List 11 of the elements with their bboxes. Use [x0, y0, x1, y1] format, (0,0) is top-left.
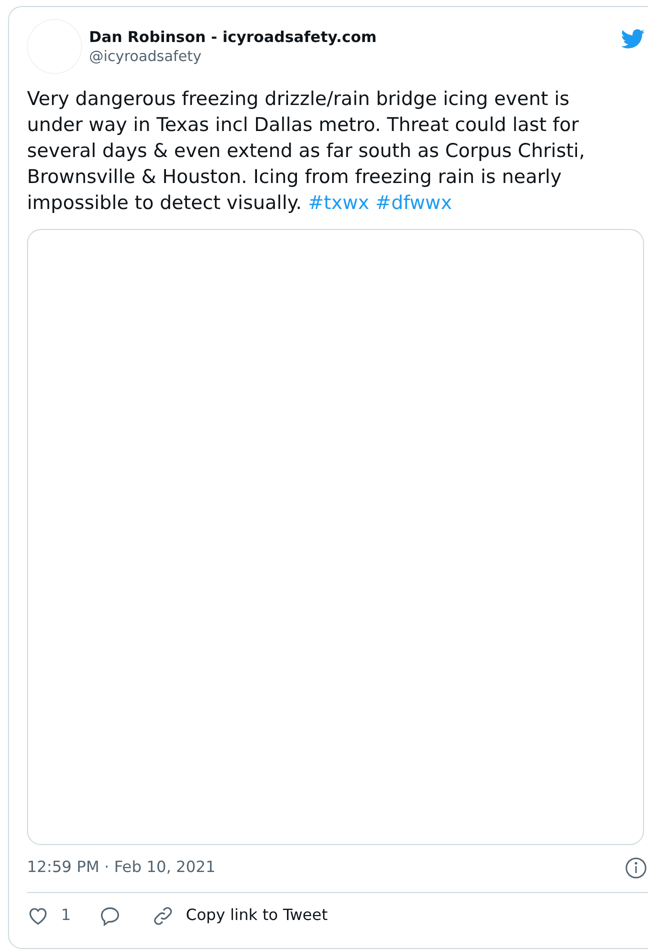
speech-bubble-icon — [98, 904, 121, 926]
link-icon — [152, 904, 174, 926]
reply-button[interactable] — [98, 904, 121, 926]
author-handle[interactable]: @icyroadsafety — [89, 47, 619, 67]
tweet-text: Very dangerous freezing drizzle/rain bridge icing event is under way in Texas incl Dallas metro. Threat could last for several days & even extend as far south as Corpus Christi, Brownsville & Houston. Icing from freezing rain is nearly impossible to detect visually. #txwx #dfwwx — [27, 87, 586, 216]
bird-icon[interactable] — [619, 27, 647, 51]
info-icon[interactable] — [625, 857, 647, 879]
author-name[interactable]: Dan Robinson - icyroadsafety.com — [89, 27, 619, 47]
copy-link-button[interactable]: Copy link to Tweet — [152, 904, 328, 928]
tweet-timestamp[interactable]: 12:59 PM · Feb 10, 2021 — [27, 856, 625, 880]
like-button[interactable]: 1 — [27, 904, 71, 928]
